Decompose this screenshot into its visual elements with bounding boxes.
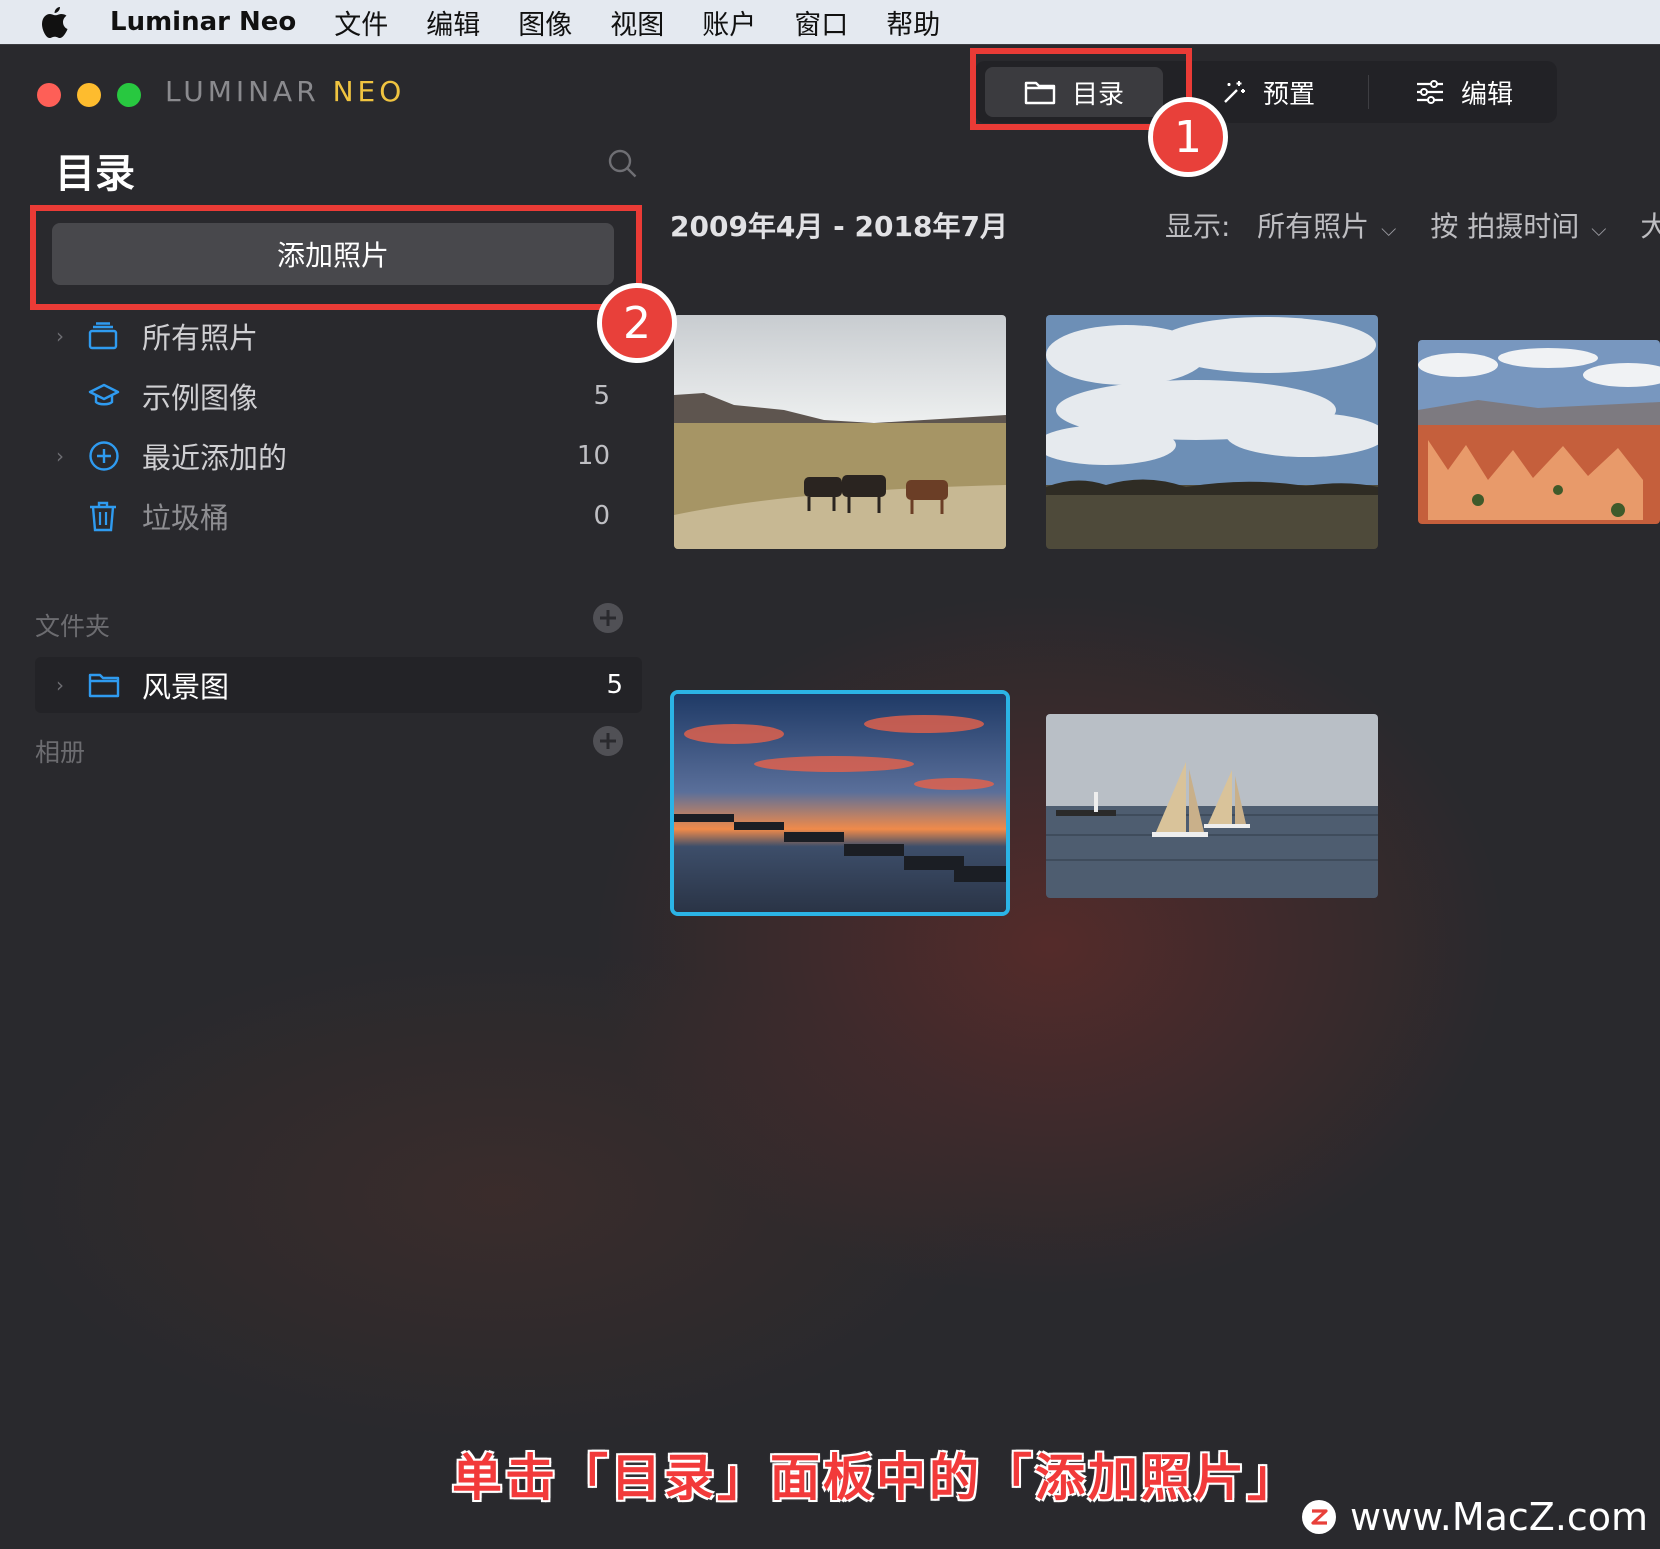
sidebar-title: 目录 [55, 151, 135, 197]
tab-edit-label: 编辑 [1461, 79, 1514, 110]
zoom-window-button[interactable] [117, 83, 141, 107]
step-badge-1: 1 [1148, 97, 1228, 177]
menu-help[interactable]: 帮助 [886, 3, 940, 42]
menu-bar: Luminar Neo 文件 编辑 图像 视图 账户 窗口 帮助 [0, 0, 1660, 44]
apple-icon[interactable] [40, 6, 70, 38]
filter-bar: 显示: 所有照片 ⌵ 按 拍摄时间 ⌵ 大 [1165, 205, 1660, 245]
sidebar-item-count: 5 [593, 381, 610, 411]
photo-thumbnail-canyon[interactable] [1418, 340, 1660, 524]
size-dropdown[interactable]: 大 [1640, 205, 1660, 245]
tab-presets-label: 预置 [1263, 79, 1316, 110]
tab-divider [1368, 75, 1369, 109]
sidebar-item-count: 10 [576, 441, 610, 471]
menu-view[interactable]: 视图 [610, 3, 664, 42]
app-logo: LUMINAR NEO [165, 75, 406, 108]
plus-circle-icon [88, 440, 128, 472]
menu-window[interactable]: 窗口 [794, 3, 848, 42]
chevron-right-icon[interactable]: › [56, 324, 78, 348]
sidebar-item-label: 示例图像 [142, 381, 259, 415]
sidebar-item-count: 0 [593, 501, 610, 531]
date-range-title: 2009年4月 - 2018年7月 [670, 210, 1008, 243]
folder-count: 5 [606, 670, 623, 700]
photo-thumbnail-sunset-selected[interactable] [670, 690, 1010, 916]
photo-clouds [1046, 315, 1378, 549]
add-folder-icon[interactable] [592, 602, 624, 638]
chevron-right-icon[interactable]: › [56, 444, 78, 468]
photo-thumbnail-sailboats[interactable] [1046, 714, 1378, 898]
show-filter[interactable]: 显示: 所有照片 ⌵ [1165, 205, 1396, 245]
folder-label: 风景图 [142, 670, 230, 704]
show-filter-value: 所有照片 [1257, 210, 1370, 243]
minimize-window-button[interactable] [77, 83, 101, 107]
sidebar-item-label: 垃圾桶 [142, 501, 230, 535]
folder-item[interactable]: › 风景图 5 [52, 660, 625, 710]
photo-thumbnail-clouds[interactable] [1046, 315, 1378, 549]
watermark-text: www.MacZ.com [1350, 1495, 1649, 1539]
menu-file[interactable]: 文件 [334, 3, 388, 42]
menu-edit[interactable]: 编辑 [426, 3, 480, 42]
tab-edit[interactable]: 编辑 [1415, 67, 1535, 117]
close-window-button[interactable] [37, 83, 61, 107]
app-window: LUMINAR NEO 目录 预置 编辑 目录 添加照片 › 所有照片 示例图像… [0, 44, 1660, 1549]
search-icon[interactable] [608, 149, 638, 183]
photos-stack-icon [88, 322, 128, 350]
sort-value: 按 拍摄时间 [1430, 210, 1580, 243]
menu-image[interactable]: 图像 [518, 3, 572, 42]
photo-thumbnail-cows[interactable] [674, 315, 1006, 549]
macz-logo-icon [1302, 1500, 1336, 1534]
chevron-down-icon: ⌵ [1381, 217, 1397, 241]
sidebar-item-label: 所有照片 [142, 321, 259, 355]
graduation-cap-icon [88, 382, 128, 410]
sidebar-item-recently-added[interactable]: › 最近添加的 10 [52, 431, 612, 481]
photo-sunset [674, 694, 1006, 912]
chevron-right-icon[interactable]: › [56, 673, 78, 697]
instruction-caption: 单击「目录」面板中的「添加照片」 [452, 1449, 1300, 1507]
folder-icon [88, 672, 128, 698]
sidebar-folder-landscape[interactable]: › 风景图 5 [35, 657, 642, 713]
chevron-down-icon: ⌵ [1591, 217, 1607, 241]
photo-sailboats [1046, 714, 1378, 898]
add-album-icon[interactable] [592, 725, 624, 761]
sliders-icon [1415, 79, 1445, 105]
sidebar-item-label: 最近添加的 [142, 441, 288, 475]
photo-cows [674, 315, 1006, 549]
magic-wand-icon [1221, 79, 1247, 105]
watermark: www.MacZ.com [1302, 1495, 1648, 1539]
menu-account[interactable]: 账户 [702, 3, 756, 42]
sidebar-item-all-photos[interactable]: › 所有照片 [52, 311, 612, 361]
highlight-box-add-photos [30, 205, 642, 310]
menu-app-name[interactable]: Luminar Neo [110, 7, 296, 37]
show-filter-label: 显示: [1165, 210, 1231, 243]
albums-section-label: 相册 [35, 738, 86, 767]
trash-icon [88, 500, 128, 532]
folders-section-label: 文件夹 [35, 612, 111, 641]
sidebar-item-sample-images[interactable]: 示例图像 5 [52, 371, 612, 421]
photo-canyon [1418, 340, 1660, 524]
sidebar-item-trash[interactable]: 垃圾桶 0 [52, 491, 612, 541]
sort-dropdown[interactable]: 按 拍摄时间 ⌵ [1430, 205, 1606, 245]
step-badge-2: 2 [597, 283, 677, 363]
tab-presets[interactable]: 预置 [1221, 67, 1341, 117]
